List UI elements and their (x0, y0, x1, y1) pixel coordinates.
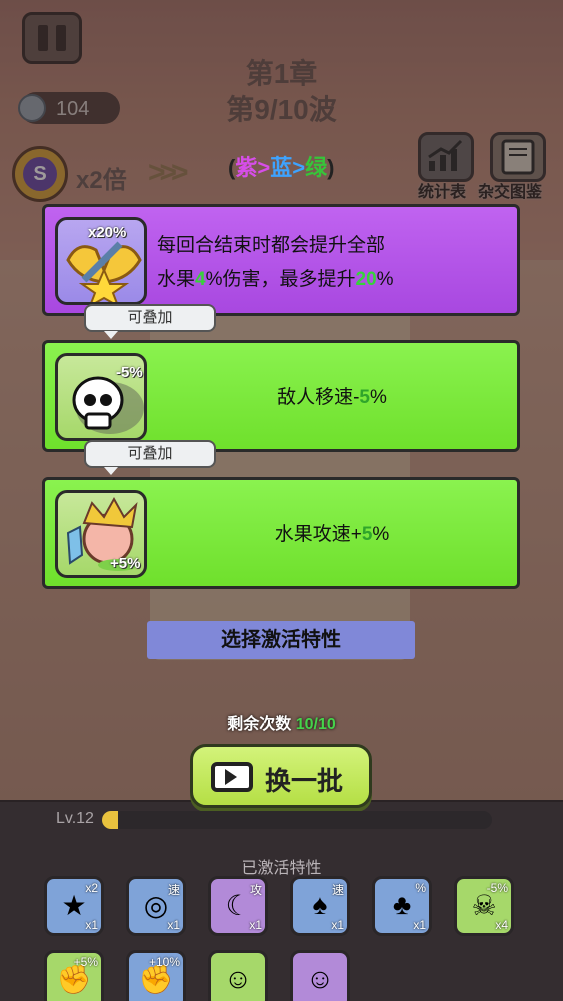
slot-count: x4 (495, 918, 508, 932)
trait-badge: -5% (116, 364, 143, 381)
slot-count: x1 (85, 918, 98, 932)
rarity-order-hint: (紫>蓝>绿) (228, 155, 335, 180)
slot-badge: 攻 (249, 883, 262, 897)
level-progress-bar (102, 811, 492, 829)
video-camera-icon (211, 762, 253, 792)
level-progress-fill (102, 811, 118, 829)
refresh-button[interactable]: 换一批 (190, 744, 372, 808)
trait-icon-frame: +5% (55, 490, 147, 578)
trait-icon-frame: x20% (55, 217, 147, 305)
trait-description: 敌人移速-5% (277, 387, 387, 408)
trait-description: 水果攻速+5% (274, 524, 390, 545)
slot-badge: -5% (486, 881, 508, 895)
slot-badge: 速 (331, 883, 344, 897)
stackable-tag: 可叠加 (84, 440, 216, 475)
slot-badge: +10% (148, 955, 180, 969)
slot-badge: x2 (85, 881, 98, 895)
stackable-tag: 可叠加 (84, 304, 216, 339)
active-trait-slot[interactable]: ★ x2 x1 (44, 876, 104, 936)
active-trait-slot[interactable]: ♠ 速 x1 (290, 876, 350, 936)
refresh-label: 换一批 (265, 766, 344, 796)
trait-card-green-1[interactable]: -5% 敌人移速-5% (42, 340, 520, 452)
active-trait-slot[interactable]: ✊ +5% (44, 950, 104, 1001)
trait-badge: x20% (88, 224, 127, 241)
active-traits-title: 已激活特性 (241, 860, 322, 877)
trait-card-green-2[interactable]: +5% 水果攻速+5% (42, 477, 520, 589)
active-trait-slot[interactable]: ☺ (208, 950, 268, 1001)
slot-badge: +5% (73, 955, 98, 969)
active-trait-slot[interactable]: ☾ 攻 x1 (208, 876, 268, 936)
slot-count: x1 (249, 918, 262, 932)
slot-badge: % (415, 881, 426, 895)
jester-fruit-icon: ☺ (223, 963, 253, 994)
slot-badge: 速 (167, 883, 180, 897)
jester-fruit-icon: ☺ (305, 963, 335, 994)
active-trait-slot[interactable]: ✊ +10% (126, 950, 186, 1001)
remaining-count: 剩余次数 10/10 (227, 716, 336, 733)
active-trait-slot[interactable]: ☠ -5% x4 (454, 876, 514, 936)
slot-count: x1 (331, 918, 344, 932)
slot-count: x1 (413, 918, 426, 932)
level-label: Lv.12 (56, 810, 94, 827)
active-trait-slot[interactable]: ◎ 速 x1 (126, 876, 186, 936)
trait-badge: +5% (110, 555, 141, 572)
trait-card-purple[interactable]: x20% 每回合结束时都会提升全部 水果4%伤害，最多提升20% (42, 204, 520, 316)
active-trait-slot[interactable]: ♣% x1 (372, 876, 432, 936)
trait-description: 每回合结束时都会提升全部 水果4%伤害，最多提升20% (157, 235, 394, 290)
slot-count: x1 (167, 918, 180, 932)
select-trait-button[interactable]: 选择激活特性 (147, 621, 415, 659)
trait-icon-frame: -5% (55, 353, 147, 441)
active-trait-slot[interactable]: ☺ (290, 950, 350, 1001)
